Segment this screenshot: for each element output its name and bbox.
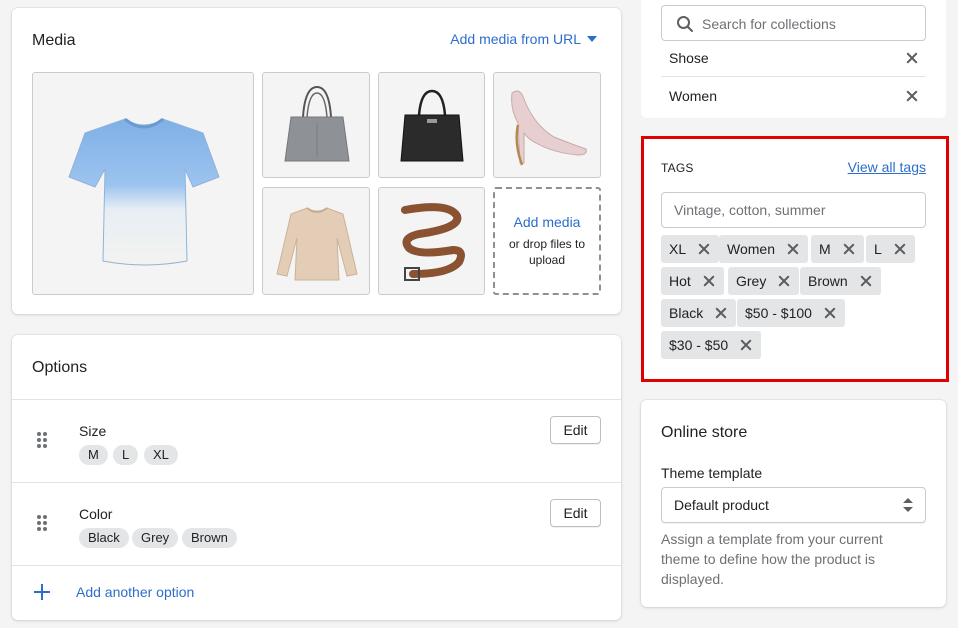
drag-handle-icon[interactable] — [37, 515, 47, 531]
collections-card: Search for collections Shose Women — [641, 0, 946, 118]
pink-heel-image — [511, 90, 587, 166]
collection-name: Shose — [669, 50, 709, 66]
select-arrows-icon — [903, 498, 913, 512]
tag-chip: $30 - $50 — [661, 331, 762, 359]
edit-size-button[interactable]: Edit — [550, 416, 601, 444]
tag-chip: XL — [661, 235, 720, 263]
tag-chip: Hot — [661, 267, 724, 295]
remove-tag-icon[interactable] — [894, 243, 906, 255]
black-handbag-image — [400, 89, 464, 162]
remove-tag-icon[interactable] — [698, 243, 710, 255]
remove-tag-icon[interactable] — [860, 275, 872, 287]
remove-tag-icon[interactable] — [843, 243, 855, 255]
add-media-from-url-label: Add media from URL — [450, 31, 581, 47]
beige-sweater-image — [276, 207, 358, 281]
search-icon — [677, 16, 693, 32]
tag-label: Women — [727, 241, 775, 257]
tag-label: Brown — [808, 273, 848, 289]
tag-label: $50 - $100 — [745, 305, 812, 321]
option-value-pill: L — [113, 445, 139, 465]
media-drop-zone[interactable]: Add media or drop files to upload — [493, 187, 601, 295]
online-store-title: Online store — [661, 424, 748, 441]
remove-icon[interactable] — [906, 52, 918, 64]
remove-tag-icon[interactable] — [778, 275, 790, 287]
media-image-grey-handbag[interactable] — [262, 72, 370, 178]
media-card: Media Add media from URL Add media or dr… — [12, 8, 621, 314]
tags-heading: TAGS — [661, 161, 694, 175]
media-title: Media — [32, 32, 76, 49]
edit-color-button[interactable]: Edit — [550, 499, 601, 527]
t-shirt-image — [68, 117, 220, 266]
remove-tag-icon[interactable] — [824, 307, 836, 319]
grey-handbag-image — [284, 85, 350, 162]
remove-tag-icon[interactable] — [740, 339, 752, 351]
option-name-color: Color — [79, 506, 113, 522]
divider — [12, 399, 621, 400]
tag-chip: M — [811, 235, 864, 263]
option-value-pill: XL — [144, 445, 178, 465]
remove-tag-icon[interactable] — [715, 307, 727, 319]
option-value-pill: Grey — [132, 528, 179, 548]
collections-search-placeholder: Search for collections — [702, 16, 836, 32]
divider — [12, 482, 621, 483]
option-name-size: Size — [79, 423, 107, 439]
tags-input[interactable]: Vintage, cotton, summer — [661, 192, 926, 228]
options-card: Options Size M L XL Edit Color Black Gre… — [12, 335, 621, 620]
collections-search-input[interactable]: Search for collections — [661, 5, 926, 41]
online-store-card: Online store Theme template Default prod… — [641, 400, 946, 607]
theme-template-select[interactable]: Default product — [661, 487, 926, 523]
collection-item: Women — [661, 77, 926, 114]
option-value-pill: Brown — [182, 528, 237, 548]
remove-tag-icon[interactable] — [703, 275, 715, 287]
view-all-tags-link[interactable]: View all tags — [848, 159, 926, 175]
tag-label: $30 - $50 — [669, 337, 729, 353]
tag-label: Hot — [669, 273, 691, 289]
add-media-from-url-button[interactable]: Add media from URL — [450, 31, 597, 47]
tag-chip: L — [866, 235, 915, 263]
media-image-brown-belt[interactable] — [378, 187, 485, 295]
caret-down-icon — [587, 36, 597, 42]
options-title: Options — [32, 359, 88, 376]
media-image-pink-heel[interactable] — [493, 72, 601, 178]
add-another-option-label: Add another option — [76, 584, 195, 600]
drop-files-hint: or drop files to upload — [508, 237, 586, 267]
drag-handle-icon[interactable] — [37, 432, 47, 448]
tags-card: TAGS View all tags Vintage, cotton, summ… — [641, 136, 949, 382]
collection-name: Women — [669, 87, 717, 104]
tag-label: M — [819, 241, 831, 257]
theme-template-label: Theme template — [661, 465, 763, 481]
tag-chip: Grey — [728, 267, 800, 295]
tag-chip: Black — [661, 299, 737, 327]
tags-input-placeholder: Vintage, cotton, summer — [674, 202, 826, 218]
tag-label: Grey — [736, 273, 767, 289]
add-another-option-button[interactable]: Add another option — [34, 584, 194, 600]
tag-label: L — [874, 241, 882, 257]
remove-icon[interactable] — [906, 90, 918, 102]
option-value-pill: Black — [79, 528, 129, 548]
tag-label: Black — [669, 305, 704, 321]
theme-template-help: Assign a template from your current them… — [661, 531, 883, 587]
remove-tag-icon[interactable] — [787, 243, 799, 255]
media-image-t-shirt[interactable] — [32, 72, 254, 295]
tag-chip: Women — [719, 235, 808, 263]
brown-belt-image — [401, 203, 465, 281]
add-media-link[interactable]: Add media — [514, 214, 581, 230]
plus-icon — [34, 584, 50, 600]
theme-template-value: Default product — [674, 497, 769, 513]
tag-label: XL — [669, 241, 687, 257]
tag-chip: $50 - $100 — [737, 299, 845, 327]
media-image-beige-sweater[interactable] — [262, 187, 370, 295]
option-value-pill: M — [79, 445, 108, 465]
tag-chip: Brown — [800, 267, 881, 295]
divider — [12, 565, 621, 566]
media-image-black-handbag[interactable] — [378, 72, 485, 178]
collection-item: Shose — [661, 40, 926, 77]
